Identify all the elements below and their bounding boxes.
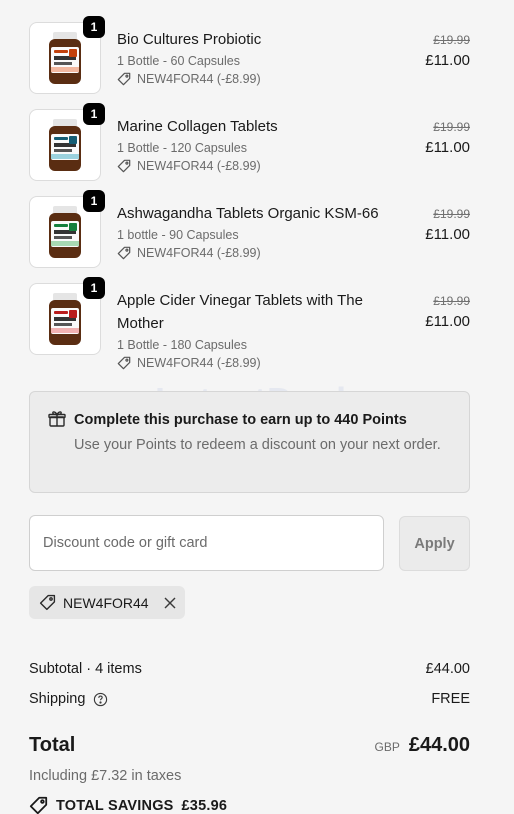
product-name: Apple Cider Vinegar Tablets with The Mot…	[117, 292, 363, 332]
applied-discount-code: NEW4FOR44	[63, 594, 149, 611]
subtotal-row: Subtotal · 4 items £44.00	[29, 661, 470, 677]
shipping-value: FREE	[431, 691, 470, 707]
line-item: 1 Apple Cider Vinegar Tablets with The M…	[29, 277, 470, 370]
original-price: £19.99	[433, 33, 470, 47]
sale-price: £11.00	[425, 139, 470, 156]
line-item: 1 Bio Cultures Probiotic 1 Bottle - 60 C…	[29, 16, 470, 98]
tag-icon	[117, 72, 131, 86]
apply-discount-button[interactable]: Apply	[399, 516, 470, 571]
tag-icon	[39, 594, 56, 611]
quantity-badge: 1	[83, 277, 105, 299]
applied-discount-chip: NEW4FOR44	[29, 586, 185, 619]
product-variant: 1 bottle - 90 Capsules	[117, 228, 239, 242]
help-icon[interactable]	[93, 692, 108, 707]
points-title: Complete this purchase to earn up to 440…	[74, 412, 407, 428]
points-description: Use your Points to redeem a discount on …	[74, 437, 441, 453]
original-price: £19.99	[433, 120, 470, 134]
total-value: £44.00	[408, 734, 470, 756]
sale-price: £11.00	[425, 52, 470, 69]
quantity-badge: 1	[83, 103, 105, 125]
subtotal-label: Subtotal · 4 items	[29, 661, 142, 677]
line-item: 1 Marine Collagen Tablets 1 Bottle - 120…	[29, 103, 470, 185]
original-price: £19.99	[433, 294, 470, 308]
original-price: £19.99	[433, 207, 470, 221]
savings-tag-icon	[29, 796, 48, 814]
product-discount-text: NEW4FOR44 (-£8.99)	[137, 246, 261, 260]
product-discount: NEW4FOR44 (-£8.99)	[117, 246, 261, 260]
quantity-badge: 1	[83, 16, 105, 38]
quantity-badge: 1	[83, 190, 105, 212]
total-row: Total GBP £44.00	[29, 734, 470, 757]
remove-discount-icon[interactable]	[164, 597, 176, 609]
total-label: Total	[29, 734, 76, 756]
product-discount: NEW4FOR44 (-£8.99)	[117, 356, 261, 370]
product-discount: NEW4FOR44 (-£8.99)	[117, 72, 261, 86]
total-savings: TOTAL SAVINGS £35.96	[29, 796, 227, 814]
product-discount-text: NEW4FOR44 (-£8.99)	[137, 159, 261, 173]
tag-icon	[117, 356, 131, 370]
product-variant: 1 Bottle - 120 Capsules	[117, 141, 247, 155]
currency-code: GBP	[374, 740, 400, 754]
product-discount-text: NEW4FOR44 (-£8.99)	[137, 356, 261, 370]
shipping-label: Shipping	[29, 691, 86, 707]
subtotal-value: £44.00	[425, 661, 470, 677]
savings-value: £35.96	[181, 797, 228, 814]
points-banner: Complete this purchase to earn up to 440…	[29, 391, 470, 493]
sale-price: £11.00	[425, 226, 470, 243]
product-discount-text: NEW4FOR44 (-£8.99)	[137, 72, 261, 86]
line-item: 1 Ashwagandha Tablets Organic KSM-66 1 b…	[29, 190, 470, 272]
product-name: Ashwagandha Tablets Organic KSM-66	[117, 205, 379, 222]
product-name: Bio Cultures Probiotic	[117, 31, 262, 48]
product-discount: NEW4FOR44 (-£8.99)	[117, 159, 261, 173]
gift-icon	[48, 410, 66, 433]
product-name: Marine Collagen Tablets	[117, 118, 278, 135]
product-variant: 1 Bottle - 180 Capsules	[117, 338, 247, 352]
shipping-row: Shipping FREE	[29, 691, 470, 707]
product-variant: 1 Bottle - 60 Capsules	[117, 54, 240, 68]
tag-icon	[117, 246, 131, 260]
sale-price: £11.00	[425, 313, 470, 330]
savings-label: TOTAL SAVINGS	[56, 797, 174, 814]
discount-code-input[interactable]	[29, 515, 384, 571]
tag-icon	[117, 159, 131, 173]
taxes-note: Including £7.32 in taxes	[29, 768, 182, 784]
